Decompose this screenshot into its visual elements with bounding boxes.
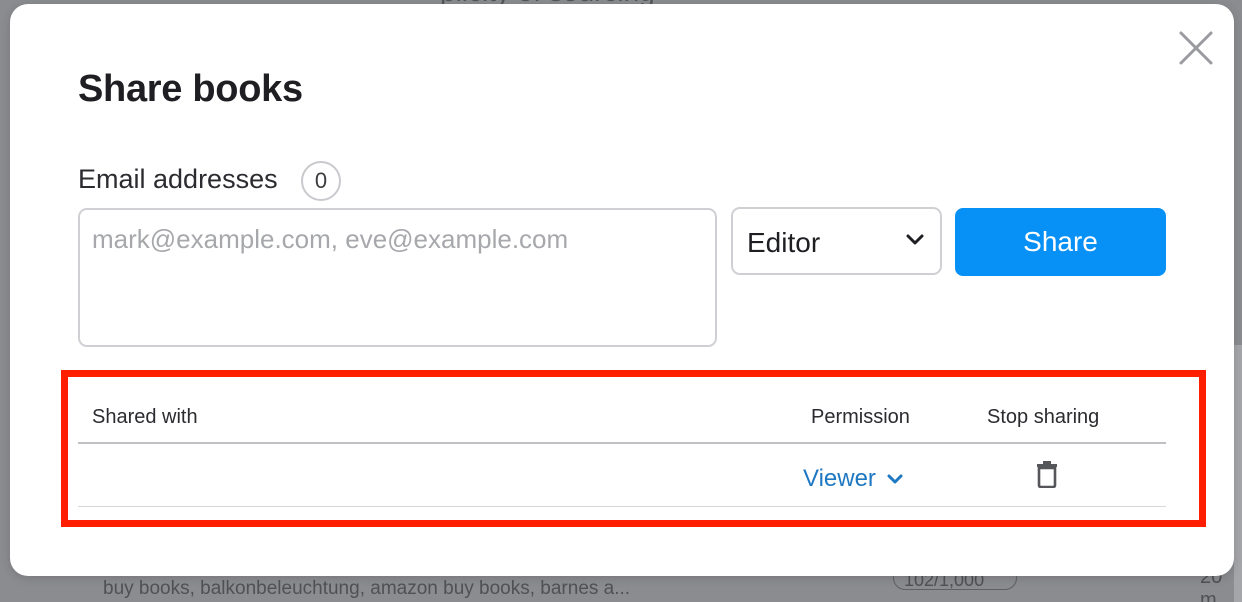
close-button[interactable] [1176, 28, 1216, 68]
close-icon [1179, 31, 1213, 65]
email-addresses-input[interactable] [78, 208, 717, 347]
chevron-down-icon [906, 234, 924, 245]
background-panel [1234, 345, 1242, 602]
share-button[interactable]: Share [955, 208, 1166, 276]
email-count-badge: 0 [301, 161, 341, 201]
modal-title: Share books [78, 68, 303, 110]
email-addresses-label: Email addresses [78, 164, 278, 194]
role-select-value: Editor [747, 227, 821, 258]
highlight-box [61, 370, 1206, 527]
background-keywords: buy books, balkonbeleuchtung, amazon buy… [103, 578, 631, 599]
role-select[interactable]: Editor [731, 207, 942, 275]
